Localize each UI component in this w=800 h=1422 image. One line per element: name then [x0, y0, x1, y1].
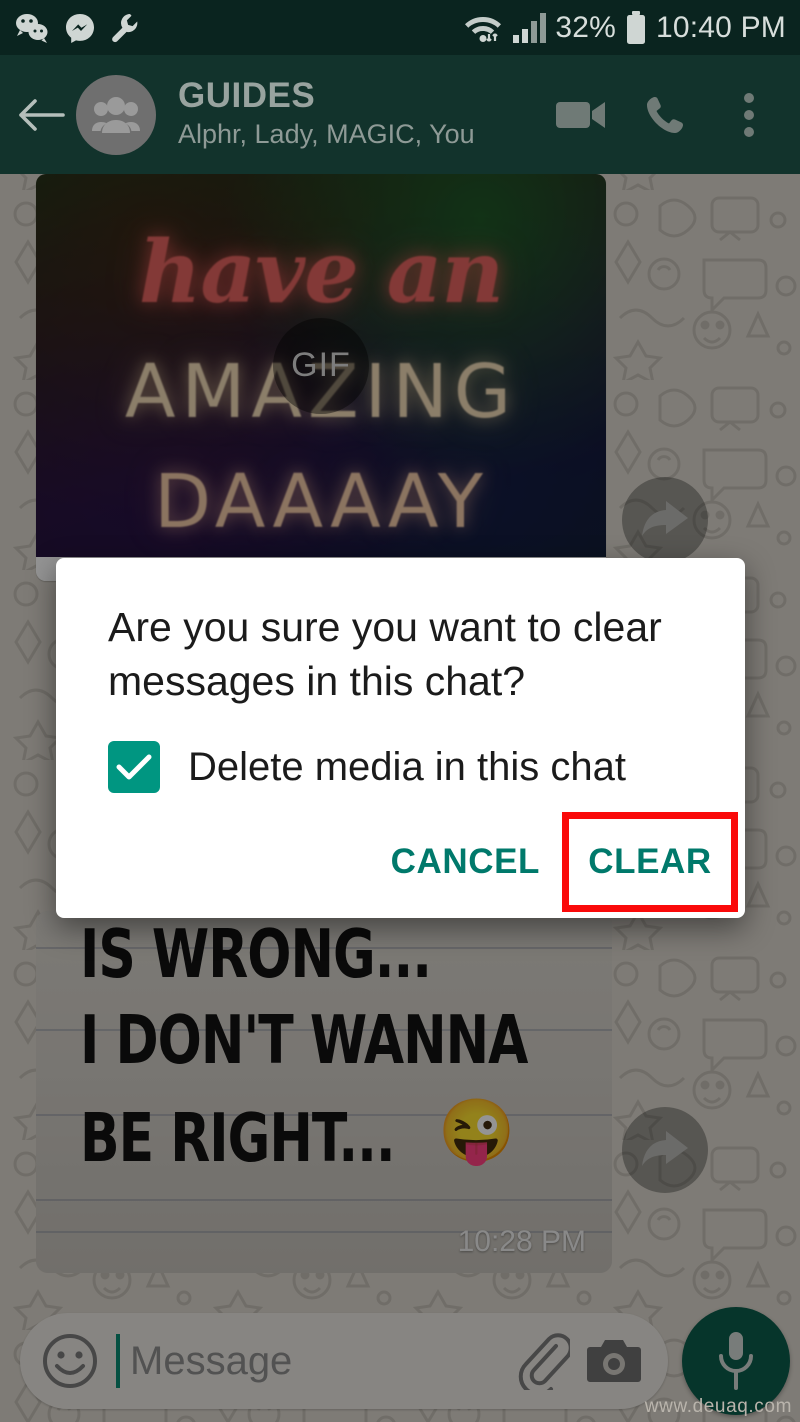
- group-avatar-icon: [92, 96, 140, 133]
- video-call-button[interactable]: [544, 75, 618, 155]
- chat-app-bar: GUIDES Alphr, Lady, MAGIC, You: [0, 55, 800, 174]
- video-camera-icon: [556, 101, 605, 128]
- site-watermark: www.deuaq.com: [644, 1396, 792, 1417]
- cellular-signal-icon: [513, 12, 547, 43]
- delete-media-label: Delete media in this chat: [188, 744, 627, 789]
- dialog-title: Are you sure you want to clear messages …: [108, 604, 662, 705]
- status-bar: 32% 10:40 PM: [0, 0, 800, 55]
- delete-media-checkbox-row[interactable]: Delete media in this chat: [108, 741, 626, 793]
- battery-icon: [626, 10, 645, 44]
- app-bar-actions: [544, 75, 800, 155]
- clock-label: 10:40 PM: [655, 10, 786, 44]
- wifi-icon: [465, 16, 502, 42]
- checkmark-icon: [116, 754, 152, 780]
- clear-button[interactable]: CLEAR: [588, 842, 712, 882]
- clear-messages-dialog: Are you sure you want to clear messages …: [56, 558, 745, 918]
- phone-screen: 32% 10:40 PM GUIDES Alphr, Lady, MAGIC, …: [0, 0, 800, 1422]
- wrench-icon: [112, 13, 138, 42]
- chat-participants: Alphr, Lady, MAGIC, You: [178, 118, 475, 149]
- back-arrow-icon: [19, 98, 65, 131]
- dialog-action-row: CANCEL CLEAR: [369, 806, 745, 918]
- chat-title-block[interactable]: GUIDES Alphr, Lady, MAGIC, You: [178, 77, 544, 151]
- voice-call-button[interactable]: [628, 75, 702, 155]
- status-bar-left-icons: [0, 12, 140, 44]
- clear-button-highlight: CLEAR: [562, 812, 738, 912]
- overflow-menu-button[interactable]: [712, 75, 786, 155]
- group-avatar[interactable]: [76, 74, 156, 155]
- battery-percent-label: 32%: [555, 10, 616, 44]
- messenger-icon: [66, 13, 94, 43]
- more-vertical-icon: [744, 92, 754, 137]
- cancel-button[interactable]: CANCEL: [369, 842, 562, 882]
- delete-media-checkbox[interactable]: [108, 741, 160, 793]
- phone-icon: [647, 96, 683, 133]
- wechat-icon: [16, 13, 48, 43]
- back-button[interactable]: [6, 95, 76, 135]
- chat-title: GUIDES: [178, 76, 316, 116]
- status-bar-right-indicators: 32% 10:40 PM: [463, 10, 800, 45]
